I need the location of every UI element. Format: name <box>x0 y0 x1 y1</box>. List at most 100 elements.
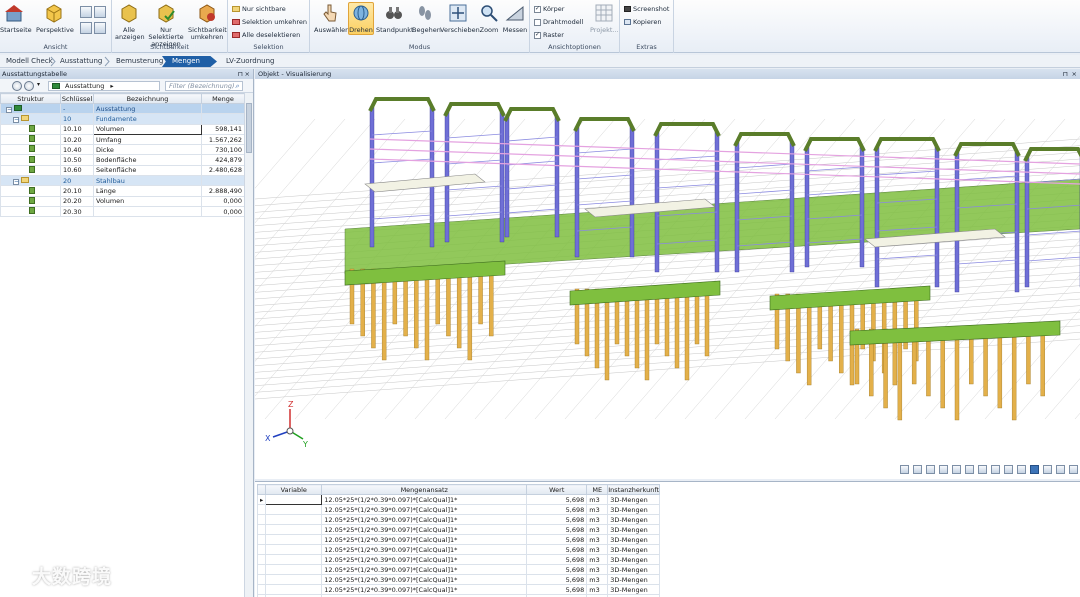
cell-variable[interactable] <box>265 504 323 515</box>
table-row[interactable]: 12.05*25*(1/2*0.39*0.097)*[CalcQual]1*5,… <box>256 544 661 555</box>
zoom-button[interactable]: Zoom <box>478 3 500 34</box>
nur-sichtbare-button[interactable]: Nur sichtbare <box>232 5 286 13</box>
table-row[interactable]: 12.05*25*(1/2*0.39*0.097)*[CalcQual]1*5,… <box>256 574 661 585</box>
cell-variable[interactable] <box>265 524 323 535</box>
cell-bezeichnung[interactable]: Volumen <box>93 123 202 135</box>
col-header-variable[interactable]: Variable <box>265 484 323 495</box>
back-arrow-icon[interactable] <box>12 81 22 91</box>
screenshot-button[interactable]: Screenshot <box>624 5 669 13</box>
layers-icon[interactable] <box>1056 465 1065 474</box>
cell-variable[interactable] <box>265 574 323 585</box>
zoom-out-icon[interactable] <box>94 6 106 18</box>
table-row[interactable]: − - Ausstattung <box>0 102 245 115</box>
grid-toggle-icon[interactable] <box>1030 465 1039 474</box>
table-row[interactable]: 12.05*25*(1/2*0.39*0.097)*[CalcQual]1*5,… <box>256 584 661 595</box>
search-icon[interactable]: ⌕ <box>235 82 239 91</box>
view-back-icon[interactable] <box>926 465 935 474</box>
info-icon[interactable] <box>1043 465 1052 474</box>
settings-icon[interactable] <box>1069 465 1078 474</box>
cell-bezeichnung[interactable]: Fundamente <box>93 113 202 125</box>
cell-bezeichnung[interactable]: Ausstattung <box>93 102 202 115</box>
table-row[interactable]: 12.05*25*(1/2*0.39*0.097)*[CalcQual]1*5,… <box>256 564 661 575</box>
table-row[interactable]: 12.05*25*(1/2*0.39*0.097)*[CalcQual]1*5,… <box>256 524 661 535</box>
col-header-menge[interactable]: Menge <box>201 93 245 104</box>
pin-icon[interactable]: ⊓ <box>238 69 243 79</box>
col-header-me[interactable]: ME <box>586 484 609 495</box>
table-row[interactable]: 10.40 Dicke 730,100 <box>0 144 245 156</box>
table-row[interactable]: 12.05*25*(1/2*0.39*0.097)*[CalcQual]1*5,… <box>256 554 661 565</box>
table-row[interactable]: − 20 Stahlbau <box>0 175 245 187</box>
zoom-in-icon[interactable] <box>80 6 92 18</box>
table-row[interactable]: 12.05*25*(1/2*0.39*0.097)*[CalcQual]1*5,… <box>256 514 661 525</box>
sichtbarkeit-umkehren-button[interactable]: Sichtbarkeit umkehren <box>188 3 227 41</box>
cell-variable[interactable] <box>265 584 323 595</box>
projektion-button[interactable]: Projekt... <box>590 3 619 34</box>
cell-variable[interactable] <box>265 544 323 555</box>
cell-mengenansatz[interactable]: 12.05*25*(1/2*0.39*0.097)*[CalcQual]1* <box>321 574 528 585</box>
selektion-umkehren-button[interactable]: Selektion umkehren <box>232 18 307 26</box>
cell-mengenansatz[interactable]: 12.05*25*(1/2*0.39*0.097)*[CalcQual]1* <box>321 544 528 555</box>
pin-icon[interactable]: ⊓ <box>1063 69 1068 79</box>
cell-mengenansatz[interactable]: 12.05*25*(1/2*0.39*0.097)*[CalcQual]1* <box>321 584 528 595</box>
col-header-struktur[interactable]: Struktur <box>0 93 61 104</box>
cell-variable[interactable] <box>265 534 323 545</box>
tab-lv-zuordnung[interactable]: LV-Zuordnung <box>220 56 281 67</box>
view-top-icon[interactable] <box>939 465 948 474</box>
cell-bezeichnung[interactable]: Länge <box>93 185 202 197</box>
cell-bezeichnung[interactable]: Seitenfläche <box>93 164 202 177</box>
view-iso-icon[interactable] <box>978 465 987 474</box>
alle-deselektieren-button[interactable]: Alle deselektieren <box>232 31 300 39</box>
cell-mengenansatz[interactable]: 12.05*25*(1/2*0.39*0.097)*[CalcQual]1* <box>321 534 528 545</box>
view-iso2-icon[interactable] <box>991 465 1000 474</box>
cell-mengenansatz[interactable]: 12.05*25*(1/2*0.39*0.097)*[CalcQual]1* <box>321 554 528 565</box>
dropdown-arrow-icon[interactable]: ▾ <box>37 81 40 88</box>
ausstattung-dropdown[interactable]: Ausstattung ▸ <box>48 81 160 91</box>
messen-button[interactable]: Messen <box>502 3 528 34</box>
vertical-scrollbar[interactable] <box>244 93 253 597</box>
alle-anzeigen-button[interactable]: Alle anzeigen <box>114 3 145 41</box>
cell-mengenansatz[interactable]: 12.05*25*(1/2*0.39*0.097)*[CalcQual]1* <box>321 524 528 535</box>
light-bulb-icon[interactable] <box>900 465 909 474</box>
startseite-button[interactable]: Startseite <box>0 3 32 34</box>
verschieben-button[interactable]: Verschieben <box>440 3 480 34</box>
scrollbar-thumb[interactable] <box>246 103 252 153</box>
table-row[interactable]: 12.05*25*(1/2*0.39*0.097)*[CalcQual]1*5,… <box>256 504 661 515</box>
tab-bemusterung[interactable]: Bemusterung <box>110 56 169 67</box>
col-header-bezeichnung[interactable]: Bezeichnung <box>93 93 202 104</box>
3d-viewport[interactable]: Z X Y <box>255 79 1080 479</box>
table-row[interactable]: − 10 Fundamente <box>0 113 245 125</box>
table-row[interactable]: 12.05*25*(1/2*0.39*0.097)*[CalcQual]1*5,… <box>256 534 661 545</box>
table-row[interactable]: 20.20 Volumen 0,000 <box>0 195 245 207</box>
collapse-icon[interactable]: − <box>13 178 19 185</box>
drehen-button[interactable]: Drehen <box>348 2 374 35</box>
drahtmodell-checkbox[interactable]: Drahtmodell <box>534 18 583 26</box>
collapse-icon[interactable]: − <box>6 106 12 113</box>
view-front-icon[interactable] <box>913 465 922 474</box>
col-header-schluessel[interactable]: Schlüssel <box>60 93 94 104</box>
begehen-button[interactable]: Begehen <box>412 3 441 34</box>
table-row[interactable]: ▸ 12.05*25*(1/2*0.39*0.097)*[CalcQual]1* 5… <box>256 494 661 505</box>
zoom-fit-icon[interactable] <box>80 22 92 34</box>
cell-bezeichnung[interactable]: Dicke <box>93 144 202 156</box>
table-row[interactable]: 10.10 Volumen 598,141 <box>0 123 245 135</box>
tab-ausstattung[interactable]: Ausstattung <box>54 56 108 67</box>
cell-bezeichnung[interactable]: Umfang <box>93 133 202 146</box>
cell-variable[interactable] <box>265 494 323 505</box>
table-row[interactable]: 20.30 0,000 <box>0 205 245 218</box>
view-right-icon[interactable] <box>965 465 974 474</box>
forward-arrow-icon[interactable] <box>24 81 34 91</box>
cell-bezeichnung[interactable] <box>93 205 202 218</box>
cell-bezeichnung[interactable]: Bodenfläche <box>93 154 202 166</box>
col-header-mengenansatz[interactable]: Mengenansatz <box>321 484 528 495</box>
print-icon[interactable] <box>1017 465 1026 474</box>
standpunkt-button[interactable]: Standpunkt <box>376 3 414 34</box>
cell-mengenansatz[interactable]: 12.05*25*(1/2*0.39*0.097)*[CalcQual]1* <box>321 564 528 575</box>
cell-variable[interactable] <box>265 554 323 565</box>
auswaehlen-button[interactable]: Auswählen <box>314 3 349 34</box>
kopieren-button[interactable]: Kopieren <box>624 18 662 26</box>
koerper-checkbox[interactable]: ✓ Körper <box>534 5 564 13</box>
filter-input[interactable]: Filter (Bezeichnung) ⌕ <box>165 81 243 91</box>
cell-bezeichnung[interactable]: Stahlbau <box>93 175 202 187</box>
cell-mengenansatz[interactable]: 12.05*25*(1/2*0.39*0.097)*[CalcQual]1* <box>321 514 528 525</box>
table-row[interactable]: 10.20 Umfang 1.567,262 <box>0 133 245 146</box>
